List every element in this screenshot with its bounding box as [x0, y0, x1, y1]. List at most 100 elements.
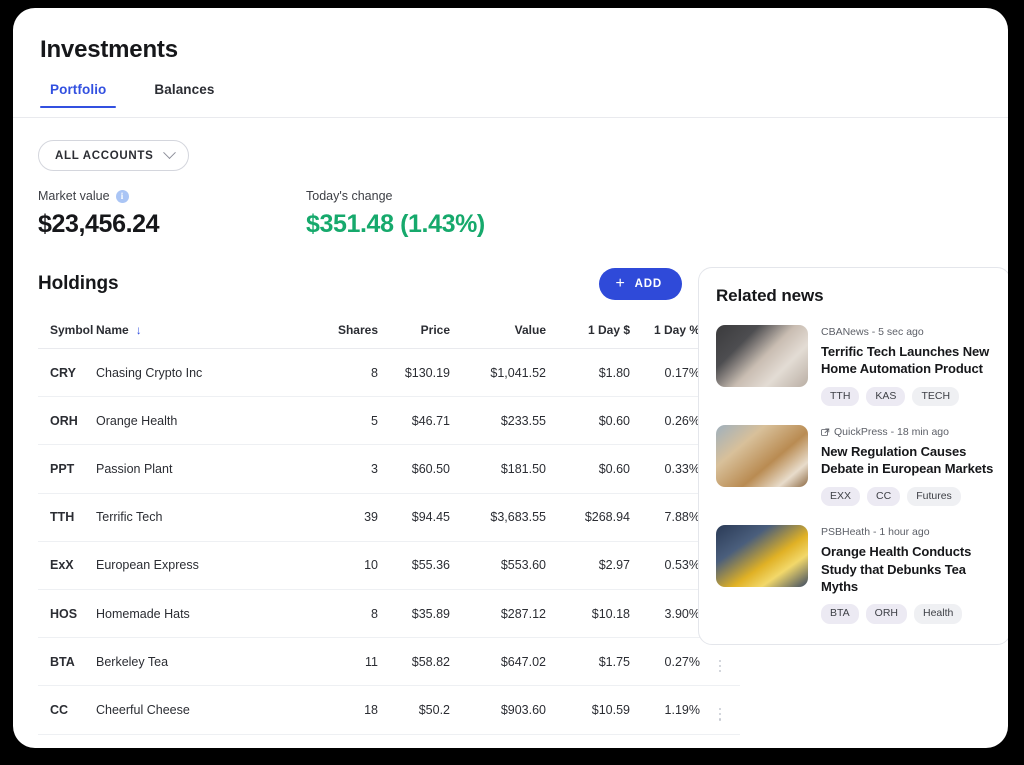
news-source-row: CBANews - 5 sec ago [821, 326, 994, 338]
news-body: CBANews - 5 sec ago Terrific Tech Launche… [821, 325, 994, 406]
account-filter-dropdown[interactable]: ALL ACCOUNTS [38, 140, 189, 171]
holdings-panel: Holdings + ADD Symbol Name↓ Shares [38, 267, 688, 748]
column-header-1day-dollar[interactable]: 1 Day $ [546, 315, 630, 349]
table-row[interactable]: ORHOrange Health5$46.71$233.55$0.600.26% [38, 397, 740, 445]
news-tag[interactable]: TECH [912, 387, 959, 407]
chevron-down-icon [164, 146, 177, 159]
news-tag[interactable]: ORH [866, 604, 907, 624]
news-thumbnail [716, 425, 808, 487]
tab-bar: Portfolio Balances [13, 82, 1008, 118]
holding-shares: 39 [292, 493, 378, 541]
add-holding-button[interactable]: + ADD [599, 268, 682, 300]
table-row[interactable]: PPTPassion Plant3$60.50$181.50$0.600.33% [38, 445, 740, 493]
news-tag-row: EXX CC Futures [821, 487, 994, 507]
holding-1day-dollar: $0.60 [546, 445, 630, 493]
tab-balances[interactable]: Balances [144, 82, 224, 108]
news-item[interactable]: CBANews - 5 sec ago Terrific Tech Launche… [716, 325, 994, 406]
holding-name: European Express [96, 541, 292, 589]
table-row[interactable]: TTHTerrific Tech39$94.45$3,683.55$268.94… [38, 493, 740, 541]
column-header-shares[interactable]: Shares [292, 315, 378, 349]
related-news-card: Related news CBANews - 5 sec ago Terrific… [698, 267, 1008, 645]
news-tag[interactable]: KAS [866, 387, 905, 407]
holding-shares: 5 [292, 397, 378, 445]
column-header-name-label: Name [96, 323, 129, 337]
holdings-table-head: Symbol Name↓ Shares Price Value 1 Day $ … [38, 315, 740, 349]
news-body: QuickPress - 18 min ago New Regulation Ca… [821, 425, 994, 506]
holding-price: $50.2 [378, 686, 450, 734]
holding-value: $903.60 [450, 686, 546, 734]
column-header-name[interactable]: Name↓ [96, 315, 292, 349]
holding-1day-dollar: $1.80 [546, 349, 630, 397]
add-button-label: ADD [635, 278, 662, 290]
holding-value: $3,683.55 [450, 493, 546, 541]
holding-price: $46.71 [378, 397, 450, 445]
holding-price: $94.45 [378, 493, 450, 541]
news-headline[interactable]: Orange Health Conducts Study that Debunk… [821, 543, 994, 595]
holding-price: $55.36 [378, 541, 450, 589]
market-value-label-row: Market value i [38, 187, 306, 205]
holding-price: $130.19 [378, 349, 450, 397]
news-item[interactable]: PSBHeath - 1 hour ago Orange Health Condu… [716, 525, 994, 623]
news-body: PSBHeath - 1 hour ago Orange Health Condu… [821, 525, 994, 623]
holding-name: Terrific Tech [96, 493, 292, 541]
news-headline[interactable]: New Regulation Causes Debate in European… [821, 443, 994, 478]
table-row[interactable]: CCCheerful Cheese18$50.2$903.60$10.591.1… [38, 686, 740, 734]
holding-value: $181.50 [450, 445, 546, 493]
holding-value: $647.02 [450, 638, 546, 686]
table-row[interactable]: HOSHomemade Hats8$35.89$287.12$10.183.90… [38, 589, 740, 637]
column-header-symbol[interactable]: Symbol [38, 315, 96, 349]
column-header-value[interactable]: Value [450, 315, 546, 349]
holding-1day-dollar: $10.18 [546, 589, 630, 637]
holding-price: $35.89 [378, 589, 450, 637]
column-header-price[interactable]: Price [378, 315, 450, 349]
holding-name: Kairos Electric [96, 734, 292, 748]
news-tag[interactable]: CC [867, 487, 900, 507]
holding-shares: 10 [292, 541, 378, 589]
holding-name: Passion Plant [96, 445, 292, 493]
news-tag[interactable]: TTH [821, 387, 859, 407]
related-news-title: Related news [716, 286, 994, 306]
news-tag[interactable]: Health [914, 604, 962, 624]
holdings-table: Symbol Name↓ Shares Price Value 1 Day $ … [38, 315, 740, 748]
tab-portfolio[interactable]: Portfolio [40, 82, 116, 108]
holding-symbol: CRY [38, 349, 96, 397]
holdings-header: Holdings + ADD [38, 267, 688, 301]
holding-value: $553.60 [450, 541, 546, 589]
external-link-icon [821, 428, 830, 437]
holding-name: Orange Health [96, 397, 292, 445]
device-frame: Investments Portfolio Balances ALL ACCOU… [0, 0, 1024, 765]
holding-1day-dollar: $268.94 [546, 493, 630, 541]
todays-change-label: Today's change [306, 187, 485, 205]
holding-price: $68.21 [378, 734, 450, 748]
holding-1day-percent: 1.19% [630, 686, 700, 734]
holding-name: Berkeley Tea [96, 638, 292, 686]
accounts-row: ALL ACCOUNTS [13, 118, 1008, 171]
holding-shares: 8 [292, 589, 378, 637]
holding-price: $58.82 [378, 638, 450, 686]
holding-symbol: HOS [38, 589, 96, 637]
holdings-title: Holdings [38, 273, 118, 295]
todays-change-block: Today's change $351.48 (1.43%) [306, 187, 485, 239]
table-row[interactable]: BTABerkeley Tea11$58.82$647.02$1.750.27% [38, 638, 740, 686]
account-filter-label: ALL ACCOUNTS [55, 150, 153, 162]
holding-name: Chasing Crypto Inc [96, 349, 292, 397]
news-tag[interactable]: Futures [907, 487, 961, 507]
holding-shares: 11 [292, 638, 378, 686]
table-row[interactable]: KASKairos Electric84$68.21$5,729.64$100.… [38, 734, 740, 748]
holding-1day-dollar: $0.60 [546, 397, 630, 445]
news-headline[interactable]: Terrific Tech Launches New Home Automati… [821, 343, 994, 378]
news-tag[interactable]: BTA [821, 604, 859, 624]
news-source: PSBHeath - 1 hour ago [821, 526, 930, 538]
info-icon[interactable]: i [116, 190, 129, 203]
holding-price: $60.50 [378, 445, 450, 493]
holding-symbol: CC [38, 686, 96, 734]
holding-shares: 84 [292, 734, 378, 748]
news-item[interactable]: QuickPress - 18 min ago New Regulation Ca… [716, 425, 994, 506]
news-tag[interactable]: EXX [821, 487, 860, 507]
table-row[interactable]: CRYChasing Crypto Inc8$130.19$1,041.52$1… [38, 349, 740, 397]
column-header-1day-percent[interactable]: 1 Day % [630, 315, 700, 349]
table-row[interactable]: ExXEuropean Express10$55.36$553.60$2.970… [38, 541, 740, 589]
holding-1day-percent: 0.33% [630, 445, 700, 493]
holding-name: Homemade Hats [96, 589, 292, 637]
news-source: QuickPress - 18 min ago [834, 426, 949, 438]
